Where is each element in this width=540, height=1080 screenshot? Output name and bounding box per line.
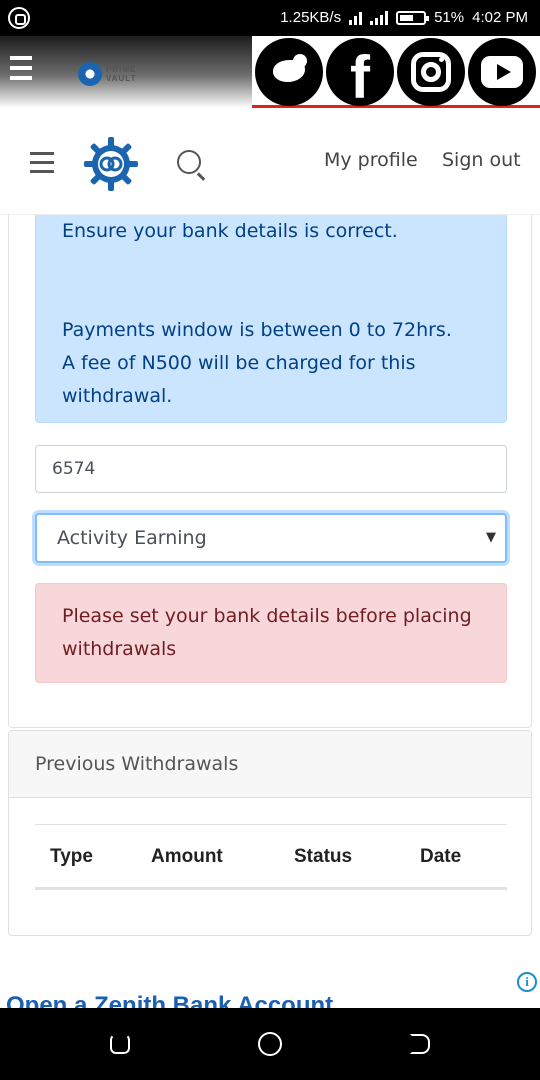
instagram-icon[interactable] xyxy=(397,38,465,106)
site-header: My profile Sign out xyxy=(0,111,540,215)
caret-down-icon: ▼ xyxy=(486,530,496,545)
withdraw-form-card: Ensure your bank details is correct. Pay… xyxy=(8,215,532,728)
column-header-amount: Amount xyxy=(151,846,223,867)
info-alert: Ensure your bank details is correct. Pay… xyxy=(35,215,507,423)
network-speed: 1.25KB/s xyxy=(280,9,342,26)
cell-signal-icon xyxy=(370,10,389,25)
column-header-type: Type xyxy=(50,846,93,867)
twitter-icon[interactable] xyxy=(255,38,323,106)
earning-source-select[interactable]: Activity Earning ▼ xyxy=(35,513,507,563)
system-nav-bar xyxy=(0,1008,540,1080)
top-ad-banner[interactable]: PRIME VAULT f xyxy=(0,36,540,111)
status-bar: 1.25KB/s 51% 4:02 PM xyxy=(0,0,540,36)
banner-logo: PRIME VAULT xyxy=(78,62,136,86)
info-line-2: Payments window is between 0 to 72hrs. xyxy=(62,319,452,341)
whatsapp-icon xyxy=(8,7,30,29)
earning-source-value: Activity Earning xyxy=(57,527,207,549)
status-right: 1.25KB/s 51% 4:02 PM xyxy=(280,9,528,26)
ad-info-icon[interactable]: i xyxy=(517,972,537,992)
previous-withdrawals-card: Previous Withdrawals Type Amount Status … xyxy=(8,730,532,936)
withdrawals-table: Type Amount Status Date xyxy=(35,824,507,890)
facebook-glyph: f xyxy=(350,44,370,111)
gear-logo-icon xyxy=(78,62,102,86)
banner-logo-line1: PRIME xyxy=(106,65,137,74)
clock: 4:02 PM xyxy=(472,9,528,26)
card-title: Previous Withdrawals xyxy=(9,731,531,798)
youtube-icon[interactable] xyxy=(468,38,536,106)
recent-apps-icon[interactable] xyxy=(110,1034,130,1054)
social-icons-strip: f xyxy=(252,36,540,111)
amount-input[interactable]: 6574 xyxy=(35,445,507,493)
column-header-status: Status xyxy=(294,846,353,867)
sign-out-link[interactable]: Sign out xyxy=(442,149,521,171)
banner-logo-line2: VAULT xyxy=(106,74,137,83)
data-signal-icon xyxy=(349,11,363,25)
menu-icon[interactable] xyxy=(30,152,54,179)
battery-percent: 51% xyxy=(434,9,465,26)
facebook-icon[interactable]: f xyxy=(326,38,394,111)
banner-menu-icon xyxy=(10,56,32,86)
bottom-ad[interactable]: Open a Zenith Bank Account i xyxy=(0,968,540,1008)
prime-vault-logo[interactable] xyxy=(82,135,140,193)
my-profile-link[interactable]: My profile xyxy=(324,149,418,171)
info-line-3: A fee of N500 will be charged for this w… xyxy=(62,352,416,407)
home-icon[interactable] xyxy=(258,1032,282,1056)
info-line-1: Ensure your bank details is correct. xyxy=(62,220,398,242)
search-icon[interactable] xyxy=(177,150,201,174)
battery-icon xyxy=(396,10,430,25)
error-alert: Please set your bank details before plac… xyxy=(35,583,507,683)
back-icon[interactable] xyxy=(410,1034,430,1054)
ad-headline[interactable]: Open a Zenith Bank Account xyxy=(6,992,333,1008)
column-header-date: Date xyxy=(420,846,462,867)
